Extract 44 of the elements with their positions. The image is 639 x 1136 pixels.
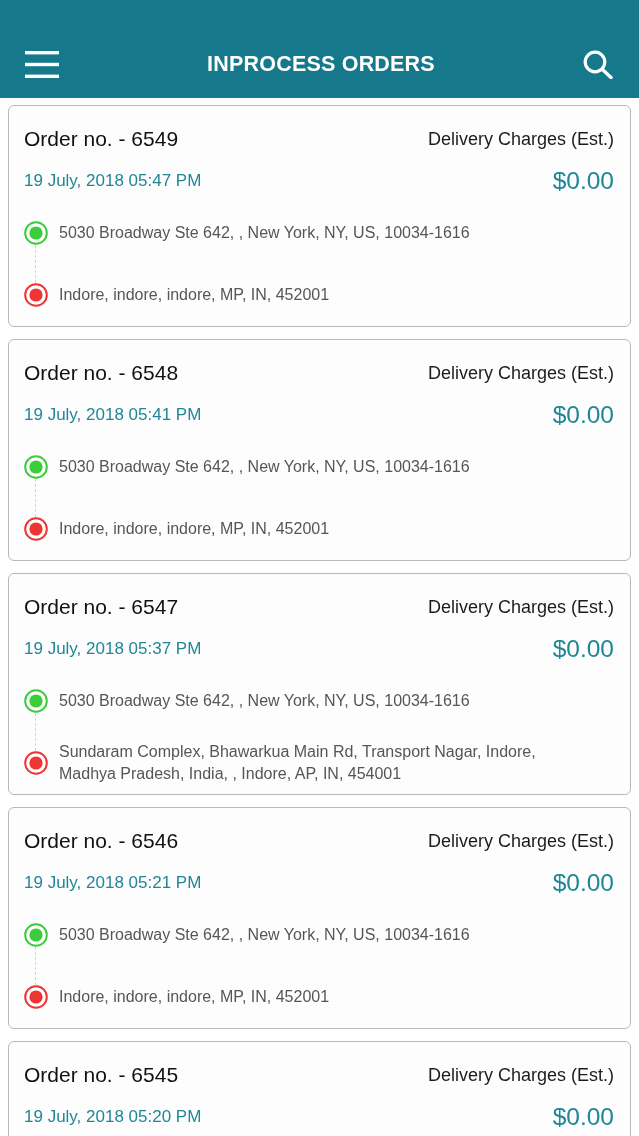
origin-dot-icon	[24, 923, 48, 947]
address-text: Indore, indore, indore, MP, IN, 452001	[59, 987, 330, 1007]
delivery-charges-label: Delivery Charges (Est.)	[427, 1064, 614, 1086]
order-card[interactable]: Order no. - 6549 Delivery Charges (Est.) 19 July, 2018 05:47 PM $0.00 5030 Broadway Ste 642, , New York, NY, US, 10034-1616 Indore, indore, indore, MP, IN, 452001	[8, 105, 631, 327]
delivery-charges-label: Delivery Charges (Est.)	[427, 596, 614, 618]
delivery-charges-label: Delivery Charges (Est.)	[427, 128, 614, 150]
order-date: 19 July, 2018 05:37 PM	[24, 639, 202, 659]
menu-icon[interactable]	[25, 50, 59, 78]
origin-dot-icon	[24, 221, 48, 245]
charge-amount: $0.00	[552, 401, 614, 429]
address-text: 5030 Broadway Ste 642, , New York, NY, US, 10034-1616	[59, 925, 470, 945]
charge-amount: $0.00	[552, 1103, 614, 1131]
destination-dot-icon	[24, 985, 48, 1009]
address-text: Sundaram Complex, Bhawarkua Main Rd, Transport Nagar, Indore, Madhya Pradesh, India, , Indore, AP, IN, 454001	[59, 742, 537, 784]
order-date: 19 July, 2018 05:20 PM	[24, 1107, 202, 1127]
order-card[interactable]: Order no. - 6548 Delivery Charges (Est.) 19 July, 2018 05:41 PM $0.00 5030 Broadway Ste 642, , New York, NY, US, 10034-1616 Indore, indore, indore, MP, IN, 452001	[8, 339, 631, 561]
delivery-charges-label: Delivery Charges (Est.)	[427, 830, 614, 852]
address-text: Indore, indore, indore, MP, IN, 452001	[59, 519, 330, 539]
delivery-charges-label: Delivery Charges (Est.)	[427, 362, 614, 384]
charge-amount: $0.00	[552, 635, 614, 663]
address-text: Indore, indore, indore, MP, IN, 452001	[59, 285, 330, 305]
order-date: 19 July, 2018 05:21 PM	[24, 873, 202, 893]
destination-dot-icon	[24, 283, 48, 307]
destination-dot-icon	[24, 751, 48, 775]
order-card[interactable]: Order no. - 6546 Delivery Charges (Est.) 19 July, 2018 05:21 PM $0.00 5030 Broadway Ste 642, , New York, NY, US, 10034-1616 Indore, indore, indore, MP, IN, 452001	[8, 807, 631, 1029]
order-number: Order no. - 6548	[24, 361, 179, 385]
address-text: 5030 Broadway Ste 642, , New York, NY, US, 10034-1616	[59, 691, 470, 711]
origin-dot-icon	[24, 455, 48, 479]
screen-title: INPROCESS ORDERS	[207, 51, 435, 77]
order-date: 19 July, 2018 05:41 PM	[24, 405, 202, 425]
address-text: 5030 Broadway Ste 642, , New York, NY, US, 10034-1616	[59, 457, 470, 477]
order-number: Order no. - 6546	[24, 829, 179, 853]
search-icon[interactable]	[583, 49, 613, 79]
order-date: 19 July, 2018 05:47 PM	[24, 171, 202, 191]
order-number: Order no. - 6545	[24, 1063, 179, 1087]
order-card[interactable]	[8, 573, 631, 795]
charge-amount: $0.00	[552, 869, 614, 897]
origin-dot-icon	[24, 689, 48, 713]
charge-amount: $0.00	[552, 167, 614, 195]
order-number: Order no. - 6549	[24, 127, 179, 151]
address-text: 5030 Broadway Ste 642, , New York, NY, US, 10034-1616	[59, 223, 470, 243]
destination-dot-icon	[24, 517, 48, 541]
order-number: Order no. - 6547	[24, 595, 179, 619]
order-card[interactable]: Order no. - 6545 Delivery Charges (Est.) 19 July, 2018 05:20 PM $0.00	[8, 1041, 631, 1136]
